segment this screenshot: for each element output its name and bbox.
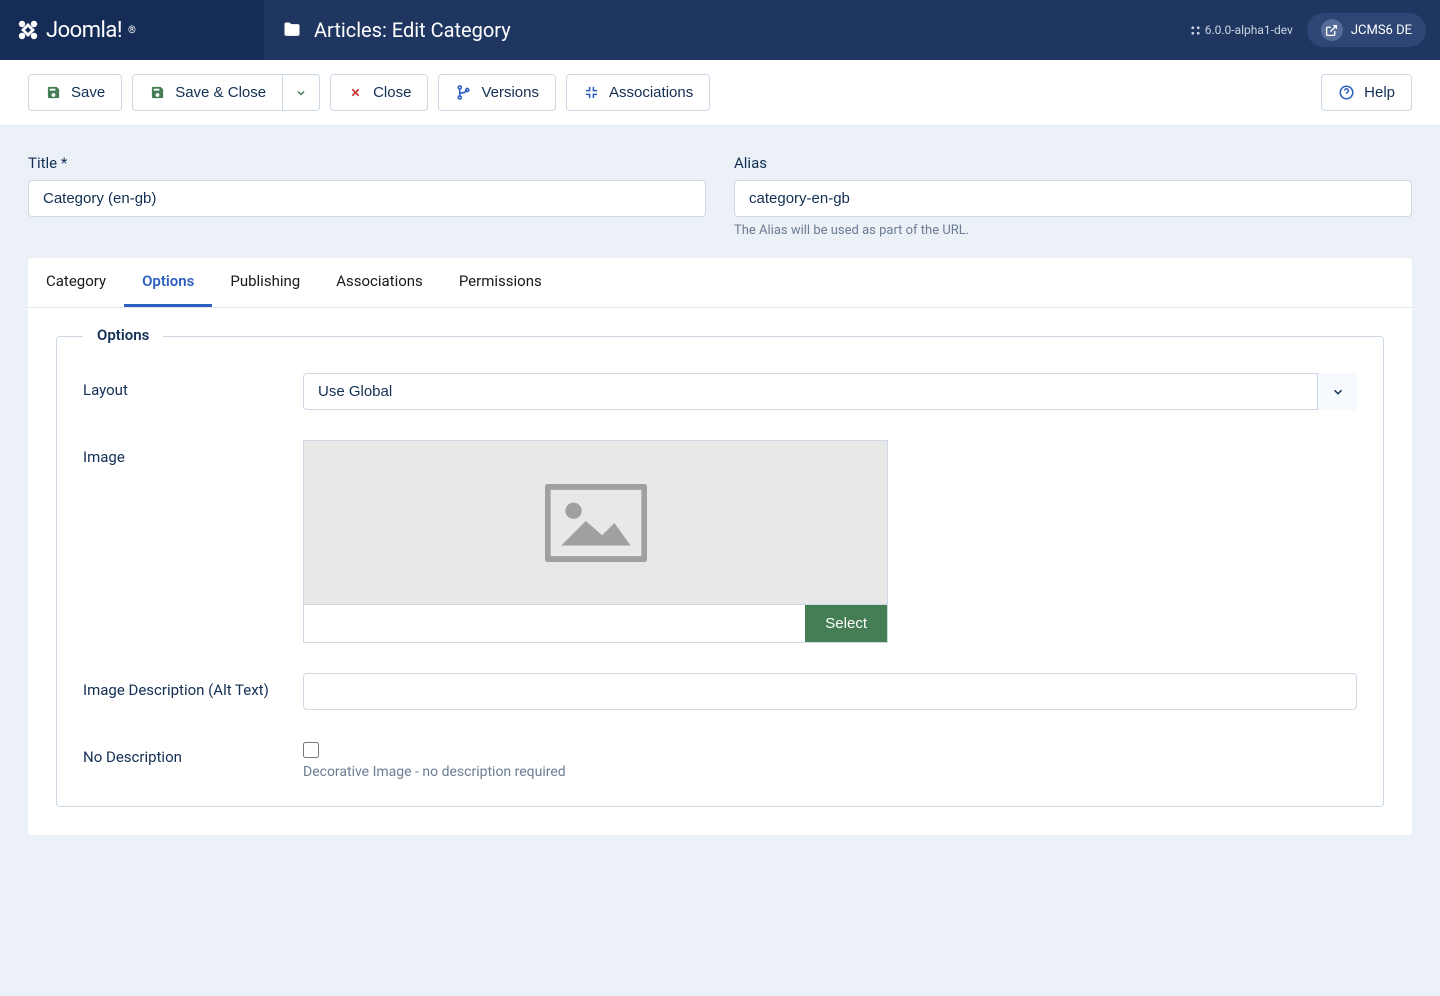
layout-label: Layout [83, 373, 303, 410]
branch-icon [456, 85, 471, 100]
version-tag: 6.0.0-alpha1-dev [1190, 23, 1293, 37]
alias-hint: The Alias will be used as part of the UR… [734, 223, 1412, 238]
save-button[interactable]: Save [28, 74, 122, 111]
top-header: Joomla!® Articles: Edit Category 6.0.0-a… [0, 0, 1440, 60]
tab-options[interactable]: Options [124, 258, 212, 307]
title-input[interactable] [28, 180, 706, 217]
toolbar: Save Save & Close Close Versions Associa… [0, 60, 1440, 126]
image-select-button[interactable]: Select [805, 605, 887, 642]
tab-publishing[interactable]: Publishing [212, 258, 318, 307]
contract-icon [584, 85, 599, 100]
brand-logo: Joomla!® [16, 18, 135, 43]
image-label: Image [83, 440, 303, 643]
close-button[interactable]: Close [330, 74, 428, 111]
save-close-dropdown[interactable] [282, 74, 320, 111]
image-path-input[interactable] [304, 605, 805, 642]
image-placeholder-icon [545, 484, 647, 562]
save-close-group: Save & Close [132, 74, 320, 111]
content-area: Title * Alias The Alias will be used as … [0, 126, 1440, 863]
fieldset-legend: Options [83, 326, 163, 344]
layout-select[interactable]: Use Global [303, 373, 1357, 410]
page-title-area: Articles: Edit Category [264, 18, 1190, 42]
alt-text-input[interactable] [303, 673, 1357, 710]
nodesc-label: No Description [83, 740, 303, 780]
versions-button[interactable]: Versions [438, 74, 556, 111]
title-label: Title * [28, 154, 706, 172]
nodesc-hint: Decorative Image - no description requir… [303, 764, 1357, 780]
chevron-down-icon [295, 87, 307, 99]
tab-permissions[interactable]: Permissions [441, 258, 560, 307]
save-icon [150, 85, 165, 100]
external-link-icon [1325, 24, 1338, 37]
site-chip[interactable]: JCMS6 DE [1307, 13, 1426, 47]
tab-panel: Category Options Publishing Associations… [28, 258, 1412, 835]
tabs: Category Options Publishing Associations… [28, 258, 1412, 308]
tab-category[interactable]: Category [28, 258, 124, 307]
save-icon [46, 85, 61, 100]
help-button[interactable]: Help [1321, 74, 1412, 111]
folder-icon [282, 20, 302, 40]
brand-block: Joomla!® [0, 0, 264, 60]
image-picker: Select [303, 440, 888, 643]
nodesc-checkbox[interactable] [303, 742, 319, 758]
alias-input[interactable] [734, 180, 1412, 217]
joomla-small-icon [1190, 25, 1201, 36]
save-close-button[interactable]: Save & Close [132, 74, 283, 111]
associations-button[interactable]: Associations [566, 74, 710, 111]
joomla-icon [16, 18, 40, 42]
alias-label: Alias [734, 154, 1412, 172]
help-icon [1339, 85, 1354, 100]
tab-associations[interactable]: Associations [318, 258, 441, 307]
options-fieldset: Options Layout Use Global [56, 336, 1384, 807]
close-icon [349, 86, 362, 99]
image-placeholder [303, 440, 888, 604]
page-title: Articles: Edit Category [314, 18, 511, 42]
alt-text-label: Image Description (Alt Text) [83, 673, 303, 710]
